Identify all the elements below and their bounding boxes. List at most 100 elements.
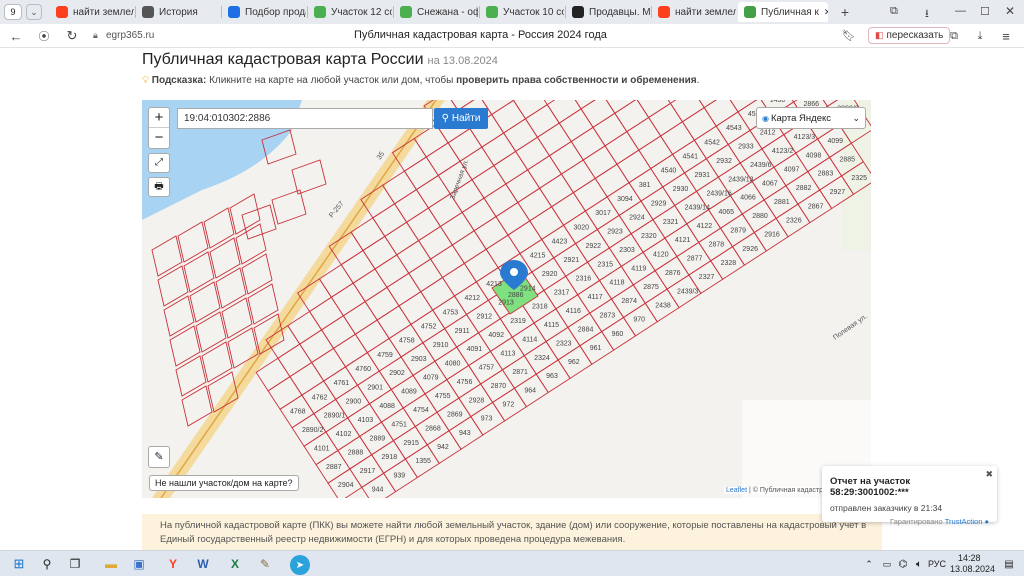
parcel[interactable] [493, 150, 529, 185]
parcel[interactable] [151, 235, 183, 277]
clock-time[interactable]: 14:28 [958, 553, 981, 563]
parcel[interactable] [427, 193, 463, 228]
parcel[interactable] [550, 191, 587, 226]
parcel[interactable] [195, 311, 227, 353]
tabs-dropdown-icon[interactable]: ⌄ [26, 4, 42, 20]
reload-icon[interactable]: ↻ [64, 28, 80, 44]
parcel[interactable] [386, 272, 422, 307]
parcel[interactable] [420, 276, 456, 311]
parcel[interactable] [177, 221, 209, 263]
parcel[interactable] [291, 159, 327, 195]
parcel[interactable] [473, 216, 509, 250]
file-explorer-icon[interactable]: ▬ [102, 555, 120, 573]
parcel[interactable] [447, 128, 483, 162]
parcel[interactable] [569, 100, 603, 110]
parcel[interactable] [483, 183, 519, 218]
parcel[interactable] [616, 149, 652, 184]
parcel[interactable] [669, 100, 705, 123]
parcel[interactable] [560, 159, 596, 194]
url-text[interactable]: egrp365.ru [106, 30, 154, 41]
parcel[interactable] [527, 155, 563, 189]
parcel[interactable] [203, 207, 235, 249]
parcel[interactable] [311, 347, 347, 382]
parcel[interactable] [471, 164, 507, 199]
downloads-icon[interactable]: ⭳ [925, 5, 939, 20]
maximize-icon[interactable]: ☐ [980, 5, 994, 19]
parcel[interactable] [289, 361, 325, 396]
parcel[interactable] [308, 296, 344, 331]
close-window-icon[interactable]: ✕ [1005, 4, 1019, 18]
parcel[interactable] [614, 100, 650, 133]
browser-tab[interactable]: найти землель [652, 2, 736, 22]
parcel[interactable] [354, 319, 390, 354]
parcel[interactable] [441, 262, 477, 297]
new-tab-button[interactable]: + [836, 3, 854, 21]
bookmark-icon[interactable]: 🔖︎ [842, 29, 856, 42]
browser-tab[interactable]: Участок 12 сот [308, 2, 392, 22]
parcel[interactable] [241, 204, 277, 240]
parcel[interactable] [247, 283, 279, 325]
minimize-icon[interactable]: — [955, 5, 969, 19]
browser-tab[interactable]: Публичная к ✕ [738, 2, 828, 22]
parcel[interactable] [267, 376, 303, 410]
yandex-browser-taskbar-icon[interactable]: Y [164, 555, 182, 573]
back-arrow-icon[interactable]: ← [8, 28, 24, 44]
parcel[interactable] [495, 201, 531, 236]
parcel[interactable] [175, 355, 207, 397]
parcel[interactable] [439, 211, 475, 246]
excel-icon[interactable]: X [226, 555, 244, 573]
parcel[interactable] [548, 140, 584, 175]
map-canvas[interactable]: 944 939 1355 942 943 973 972 964 963 962 961 960 970… [142, 100, 871, 498]
parcel[interactable] [417, 225, 454, 260]
browser-tab[interactable]: История [136, 2, 220, 22]
parcel[interactable] [394, 188, 430, 223]
parcel[interactable] [342, 300, 378, 335]
parcel[interactable] [451, 230, 487, 265]
parcel[interactable] [592, 112, 628, 147]
parcel[interactable] [505, 169, 541, 204]
parcel[interactable] [681, 107, 717, 141]
close-tab-icon[interactable]: ✕ [824, 7, 828, 18]
parcel[interactable] [626, 116, 662, 151]
yandex-browser-icon[interactable]: ⦿ [36, 28, 52, 44]
collections-icon[interactable]: ⧉ [946, 28, 962, 44]
parcel[interactable] [572, 177, 608, 212]
parcel[interactable] [594, 163, 630, 198]
parcel[interactable] [582, 145, 618, 180]
windows-start-icon[interactable]: ⊞ [10, 555, 28, 573]
parcel[interactable] [201, 341, 233, 383]
fullscreen-button[interactable]: ⤢ [148, 153, 170, 173]
parcel[interactable] [415, 174, 451, 209]
word-icon[interactable]: W [194, 555, 212, 573]
paint-icon[interactable]: ✎ [256, 555, 274, 573]
parcel[interactable] [515, 136, 551, 171]
parcel[interactable] [163, 295, 195, 337]
parcel[interactable] [398, 291, 434, 325]
parcel[interactable] [429, 244, 465, 279]
parcel[interactable] [362, 235, 398, 270]
parcel[interactable] [277, 343, 313, 378]
extensions-icon[interactable]: ⤓ [972, 28, 988, 44]
zoom-out-button[interactable]: − [149, 128, 169, 148]
parcel[interactable] [524, 104, 560, 138]
parcel[interactable] [692, 100, 726, 109]
search-button[interactable]: ⚲ Найти [434, 108, 488, 129]
not-found-button[interactable]: Не нашли участок/дом на карте? [149, 475, 299, 491]
parcel[interactable] [396, 240, 432, 274]
parcel[interactable] [529, 206, 565, 240]
leaflet-link[interactable]: Leaflet [726, 487, 747, 494]
parcel[interactable] [299, 329, 335, 364]
parcel[interactable] [546, 100, 582, 124]
verified-brand[interactable]: TrustAction [945, 517, 983, 526]
parcel[interactable] [340, 249, 376, 284]
parcel[interactable] [503, 118, 539, 153]
clock-date[interactable]: 13.08.2024 [950, 564, 995, 574]
tab-counter[interactable]: 9 [4, 4, 22, 20]
search-taskbar-icon[interactable]: ⚲ [38, 555, 56, 573]
tab-manager-icon[interactable]: ⧉ [890, 5, 904, 19]
parcel[interactable] [638, 135, 674, 170]
ruler-button[interactable]: ✎ [148, 446, 170, 468]
close-notice-icon[interactable]: ✖ [985, 469, 993, 480]
parcel[interactable] [320, 315, 356, 349]
parcel[interactable] [517, 187, 553, 222]
